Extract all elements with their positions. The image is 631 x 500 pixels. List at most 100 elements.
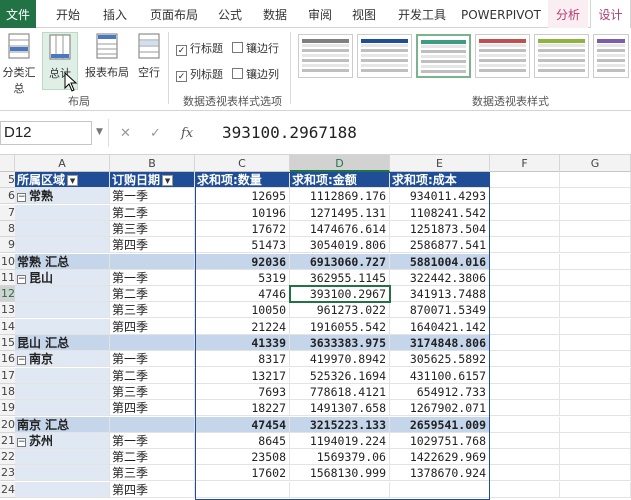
quarter-cell[interactable]: 第三季 bbox=[110, 302, 195, 319]
cost-cell[interactable]: 1108241.542 bbox=[390, 204, 490, 221]
amount-cell[interactable]: 1491307.658 bbox=[290, 400, 390, 417]
cost-cell[interactable]: 1267902.071 bbox=[390, 400, 490, 417]
qty-cell[interactable]: 8317 bbox=[195, 351, 290, 368]
qty-cell[interactable]: 17602 bbox=[195, 465, 290, 482]
cell[interactable] bbox=[560, 172, 631, 188]
filter-dropdown-icon[interactable]: ▼ bbox=[162, 175, 174, 186]
quarter-cell[interactable]: 第四季 bbox=[110, 237, 195, 254]
region-cell[interactable] bbox=[15, 449, 110, 466]
cell[interactable] bbox=[490, 465, 560, 482]
cost-cell[interactable]: 1422629.969 bbox=[390, 449, 490, 466]
cell[interactable] bbox=[490, 269, 560, 286]
region-cell[interactable] bbox=[15, 204, 110, 221]
tab-view[interactable]: 视图 bbox=[346, 0, 382, 28]
subtotal-label[interactable]: 南京 汇总 bbox=[15, 416, 110, 433]
column-header-e[interactable]: E bbox=[390, 155, 490, 172]
cost-cell[interactable]: 1029751.768 bbox=[390, 432, 490, 449]
qty-cell[interactable]: 12695 bbox=[195, 188, 290, 205]
region-cell[interactable] bbox=[15, 302, 110, 319]
amount-cell[interactable]: 1569379.06 bbox=[290, 449, 390, 466]
qty-cell[interactable] bbox=[195, 481, 290, 498]
cell[interactable] bbox=[490, 286, 560, 303]
cell[interactable] bbox=[490, 400, 560, 417]
filter-dropdown-icon[interactable]: ▼ bbox=[67, 175, 79, 186]
quarter-cell[interactable]: 第四季 bbox=[110, 400, 195, 417]
cell[interactable] bbox=[490, 318, 560, 335]
quarter-cell[interactable]: 第一季 bbox=[110, 351, 195, 368]
row-header-17[interactable]: 17 bbox=[0, 367, 15, 384]
collapse-icon[interactable]: − bbox=[17, 274, 26, 284]
qty-cell[interactable]: 18227 bbox=[195, 400, 290, 417]
name-box-dropdown-icon[interactable]: ▼ bbox=[96, 127, 103, 137]
quarter-cell[interactable]: 第四季 bbox=[110, 318, 195, 335]
pivot-header-region[interactable]: 所属区域 ▼ bbox=[15, 172, 110, 188]
tab-review[interactable]: 审阅 bbox=[302, 0, 338, 28]
region-cell[interactable] bbox=[15, 465, 110, 482]
quarter-cell[interactable]: 第三季 bbox=[110, 383, 195, 400]
cost-cell[interactable] bbox=[390, 481, 490, 498]
cell[interactable] bbox=[490, 172, 560, 188]
quarter-cell[interactable]: 第一季 bbox=[110, 188, 195, 205]
subtotal-cost[interactable]: 2659541.009 bbox=[390, 416, 490, 433]
pivot-style-thumbnail[interactable] bbox=[357, 34, 412, 78]
amount-cell[interactable]: 393100.2967 bbox=[290, 286, 390, 303]
subtotal-label[interactable]: 常熟 汇总 bbox=[15, 253, 110, 270]
quarter-cell[interactable]: 第二季 bbox=[110, 367, 195, 384]
cell[interactable] bbox=[560, 481, 631, 498]
quarter-cell[interactable]: 第二季 bbox=[110, 449, 195, 466]
amount-cell[interactable]: 362955.1145 bbox=[290, 269, 390, 286]
cell[interactable] bbox=[560, 286, 631, 303]
cost-cell[interactable]: 431100.6157 bbox=[390, 367, 490, 384]
subtotal-qty[interactable]: 41339 bbox=[195, 335, 290, 351]
subtotal-cell[interactable] bbox=[110, 416, 195, 433]
pivot-style-thumbnail[interactable] bbox=[475, 34, 530, 78]
cost-cell[interactable]: 1251873.504 bbox=[390, 220, 490, 237]
cell[interactable] bbox=[490, 188, 560, 205]
cell[interactable] bbox=[560, 432, 631, 449]
row-header-16[interactable]: 16 bbox=[0, 351, 15, 368]
region-cell[interactable] bbox=[15, 481, 110, 498]
qty-cell[interactable]: 7693 bbox=[195, 383, 290, 400]
quarter-cell[interactable]: 第一季 bbox=[110, 269, 195, 286]
subtotal-cell[interactable] bbox=[110, 335, 195, 351]
qty-cell[interactable]: 51473 bbox=[195, 237, 290, 254]
cell[interactable] bbox=[490, 481, 560, 498]
pivot-style-thumbnail[interactable] bbox=[416, 34, 471, 78]
subtotal-amount[interactable]: 6913060.727 bbox=[290, 253, 390, 270]
cell[interactable] bbox=[490, 351, 560, 368]
tab-analyze[interactable]: 分析 bbox=[548, 0, 588, 28]
quarter-cell[interactable]: 第二季 bbox=[110, 286, 195, 303]
column-header-a[interactable]: A bbox=[15, 155, 110, 172]
region-cell[interactable]: − 南京 bbox=[15, 351, 110, 368]
region-cell[interactable] bbox=[15, 400, 110, 417]
row-header-13[interactable]: 13 bbox=[0, 302, 15, 319]
pivot-header-date[interactable]: 订购日期 ▼ bbox=[110, 172, 195, 188]
cell[interactable] bbox=[560, 188, 631, 205]
qty-cell[interactable]: 5319 bbox=[195, 269, 290, 286]
collapse-icon[interactable]: − bbox=[17, 437, 26, 447]
row-header-9[interactable]: 9 bbox=[0, 237, 15, 254]
banded-columns-checkbox[interactable]: 镶边列 bbox=[232, 66, 279, 82]
pivot-style-thumbnail[interactable] bbox=[534, 34, 589, 78]
row-header-23[interactable]: 23 bbox=[0, 465, 15, 482]
worksheet-grid[interactable]: ABCDEFG 5 6 7 8 9 10 11 12 13 14 15 16 17 18 19 20 21 22 2… bbox=[0, 155, 631, 500]
tab-file[interactable]: 文件 bbox=[0, 0, 36, 28]
cell[interactable] bbox=[490, 253, 560, 270]
cost-cell[interactable]: 1640421.142 bbox=[390, 318, 490, 335]
cost-cell[interactable]: 322442.3806 bbox=[390, 269, 490, 286]
qty-cell[interactable]: 17672 bbox=[195, 220, 290, 237]
region-cell[interactable]: − 常熟 bbox=[15, 188, 110, 205]
qty-cell[interactable]: 10050 bbox=[195, 302, 290, 319]
pivot-header-cost[interactable]: 求和项:成本 bbox=[390, 172, 490, 188]
amount-cell[interactable]: 3054019.806 bbox=[290, 237, 390, 254]
tab-design[interactable]: 设计 bbox=[590, 0, 631, 29]
cell[interactable] bbox=[560, 220, 631, 237]
tab-home[interactable]: 开始 bbox=[50, 0, 86, 28]
cost-cell[interactable]: 870071.5349 bbox=[390, 302, 490, 319]
cell[interactable] bbox=[490, 432, 560, 449]
cell[interactable] bbox=[490, 449, 560, 466]
collapse-icon[interactable]: − bbox=[17, 193, 26, 203]
cell[interactable] bbox=[560, 318, 631, 335]
select-all-corner[interactable] bbox=[0, 155, 15, 172]
pivot-style-thumbnail[interactable] bbox=[298, 34, 353, 78]
